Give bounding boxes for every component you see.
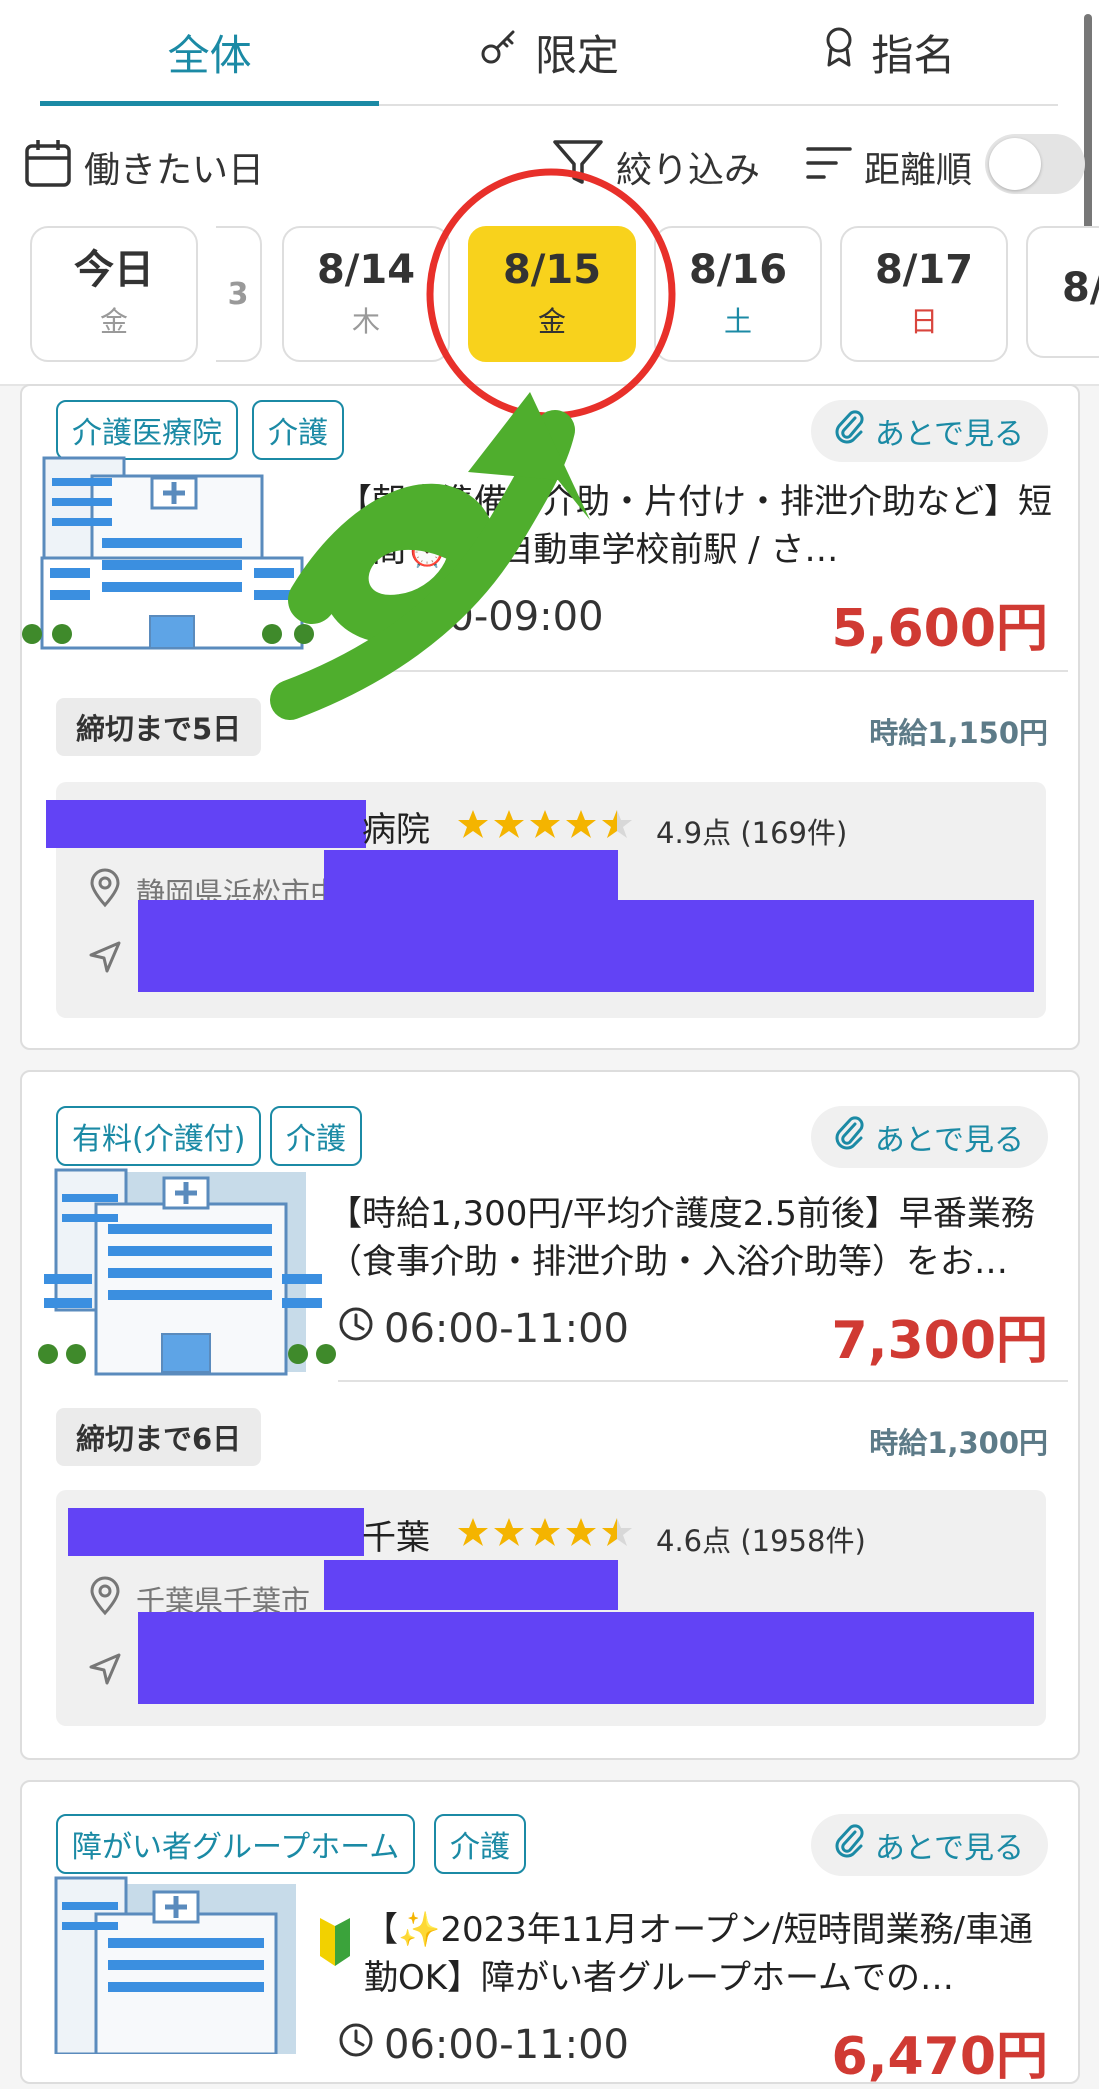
rating-text: 4.6点 (1958件) [656,1524,866,1558]
clock-icon [338,1306,374,1352]
sort-lines-icon [806,143,852,192]
work-day-filter[interactable]: 働きたい日 [24,130,264,204]
deadline-badge: 締切まで5日 [56,698,262,756]
redaction-block [68,1508,364,1556]
job-price: 6,470円 [831,2027,1048,2087]
date-chip-weekday: 木 [351,305,380,338]
clock-icon [338,594,374,640]
location-pin-icon [88,1576,122,1620]
facility-name: 病院 [362,810,430,850]
job-time-text: 06:00-11:00 [384,2022,629,2068]
tab-bar: 全体 限定 指名 [40,0,1058,106]
distance-sort-toggle[interactable] [985,134,1085,194]
header: 全体 限定 指名 働きたい日 絞り込み 距離順 今日 金 3 8/14 木 8/… [0,0,1099,386]
job-title: 【朝食準備・介助・片付け・排泄介助など】短時間⏰】【自動車学校前駅 / さ… [338,482,1052,570]
clock-icon [338,2022,374,2068]
paperclip-icon [835,410,865,452]
job-price: 5,600円 [831,599,1048,659]
redaction-block [138,900,1034,992]
funnel-icon [552,138,604,197]
date-chip-today[interactable]: 今日 金 [30,226,198,362]
tab-all-label: 全体 [167,30,252,80]
job-time: 06:00-11:00 [338,1306,629,1352]
category-tag: 介護 [434,1814,526,1874]
tab-limited-label: 限定 [534,30,619,80]
beginner-leaf-icon [316,1916,354,1972]
navigation-arrow-icon [88,1652,122,1690]
facility-thumbnail [36,1874,316,2058]
job-card[interactable]: 介護医療院 介護 あとで見る 【朝食準備・介助・片付け・排泄介助など】短時間⏰】… [20,384,1080,1050]
save-for-later-button[interactable]: あとで見る [810,400,1048,462]
paperclip-icon [835,1824,865,1866]
date-chip-label: 8/16 [688,247,788,293]
date-chip-label: 8/17 [874,247,974,293]
date-chip-label: 今日 [74,247,154,293]
save-for-later-button[interactable]: あとで見る [810,1106,1048,1168]
divider [338,1380,1068,1382]
tab-nominated-label: 指名 [871,30,956,80]
hourly-wage: 時給1,150円 [869,716,1048,750]
filter-row: 働きたい日 絞り込み 距離順 [0,130,1099,204]
job-time: 06:00-11:00 [338,2022,629,2068]
rating-text: 4.9点 (169件) [656,816,848,850]
redaction-block [324,850,618,902]
date-chip-8-16[interactable]: 8/16 土 [654,226,822,362]
date-chip-partial[interactable]: 3 [216,226,262,362]
divider [338,670,1068,672]
calendar-icon [24,138,72,197]
hourly-wage: 時給1,300円 [869,1426,1048,1460]
narrow-filter-button[interactable]: 絞り込み [552,130,760,204]
date-chip-weekday: 金 [99,305,128,338]
date-chip-weekday: 金 [537,305,566,338]
sort-label: 距離順 [864,150,973,191]
rating-stars [456,1516,636,1550]
sort-button[interactable]: 距離順 [806,130,972,204]
tab-nominated[interactable]: 指名 [719,0,1058,104]
job-title: 【✨2023年11月オープン/短時間業務/車通勤OK】障がい者グループホームでの… [364,1910,1033,1998]
job-card[interactable]: 有料(介護付) 介護 あとで見る 【時給1,300円/平均介護度2.5前後】早番… [20,1070,1080,1760]
tab-limited[interactable]: 限定 [379,0,718,104]
deadline-badge: 締切まで6日 [56,1408,262,1466]
date-chip-label: 8/15 [502,247,602,293]
navigation-arrow-icon [88,940,122,978]
date-chip-8-17[interactable]: 8/17 日 [840,226,1008,362]
date-chip-next[interactable]: 8/ [1026,226,1099,358]
work-day-label: 働きたい日 [84,150,265,191]
job-card[interactable]: 障がい者グループホーム 介護 あとで見る 【✨2023年11月オープン/短時間業… [20,1780,1080,2087]
date-chip-label: 8/ [1062,265,1099,311]
job-time: 6:00-09:00 [338,594,604,640]
facility-thumbnail [36,1164,336,1388]
job-price: 7,300円 [831,1311,1048,1371]
job-time-text: 06:00-11:00 [384,1306,629,1352]
facility-info[interactable]: 千葉 4.6点 (1958件) 千葉県千葉市 [56,1490,1046,1726]
date-selector: 今日 金 3 8/14 木 8/15 金 8/16 土 8/17 日 8/ [0,226,1099,362]
facility-thumbnail [22,438,322,672]
category-tag: 有料(介護付) [56,1106,262,1166]
redaction-block [324,1560,618,1610]
save-for-later-label: あとで見る [874,417,1024,452]
date-chip-8-15[interactable]: 8/15 金 [468,226,636,362]
key-icon [479,26,521,78]
save-for-later-label: あとで見る [874,1123,1024,1158]
save-for-later-button[interactable]: あとで見る [810,1814,1048,1876]
category-tag: 介護 [270,1106,362,1166]
date-chip-weekday: 土 [723,305,752,338]
facility-info[interactable]: 病院 4.9点 (169件) 静岡県浜松市中 [46,782,1046,1018]
date-chip-8-14[interactable]: 8/14 木 [282,226,450,362]
save-for-later-label: あとで見る [874,1831,1024,1866]
redaction-block [46,800,366,848]
date-chip-weekday: 日 [909,305,938,338]
rating-stars [456,808,636,842]
facility-name: 千葉 [362,1518,430,1558]
location-pin-icon [88,868,122,912]
paperclip-icon [835,1116,865,1158]
category-tag: 障がい者グループホーム [56,1814,416,1874]
job-title: 【時給1,300円/平均介護度2.5前後】早番業務（食事介助・排泄介助・入浴介助… [328,1194,1035,1282]
job-time-text: 6:00-09:00 [384,594,604,640]
narrow-label: 絞り込み [616,150,761,191]
redaction-block [138,1612,1034,1704]
tab-all[interactable]: 全体 [40,0,380,106]
date-chip-label: 8/14 [316,247,416,293]
award-ribbon-icon [821,25,857,79]
